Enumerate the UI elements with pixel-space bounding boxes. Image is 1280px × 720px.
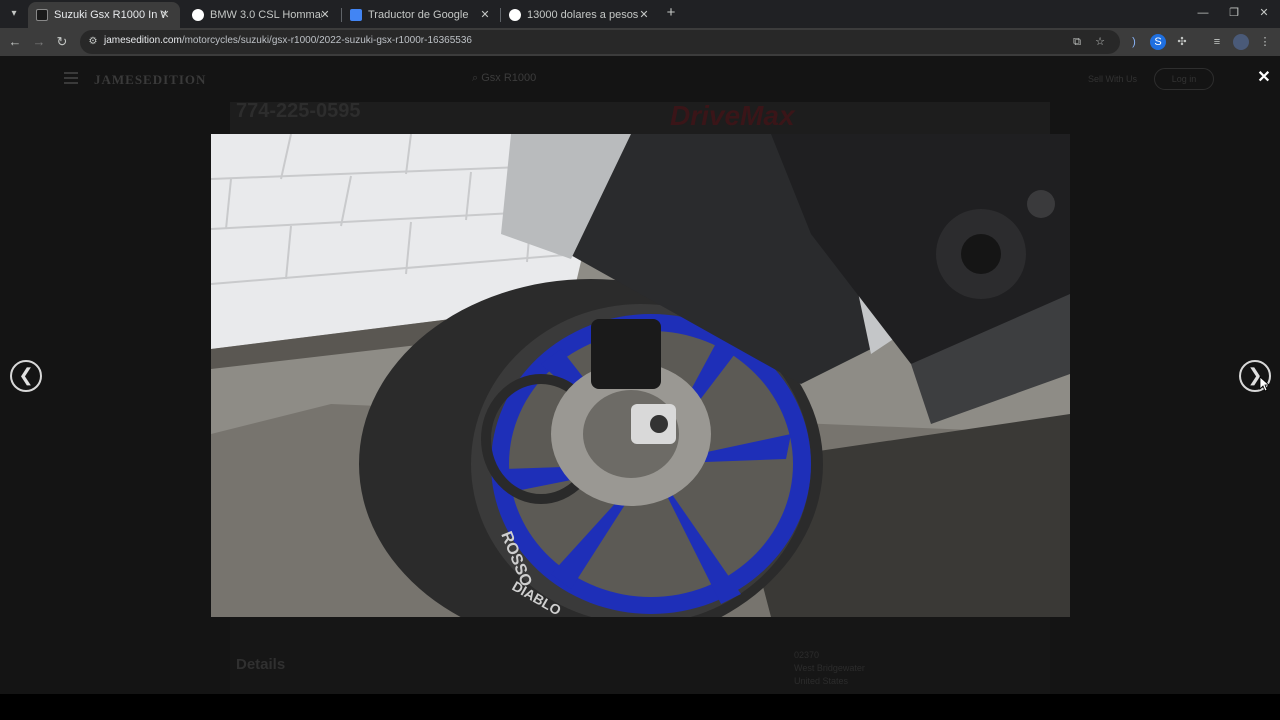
site-search-value: Gsx R1000 (481, 72, 537, 84)
tab-close-icon[interactable]: ✕ (637, 8, 651, 22)
site-logo[interactable]: JAMESEDITION (94, 72, 206, 88)
bookmark-star-icon[interactable]: ☆ (1093, 35, 1107, 49)
read-aloud-icon[interactable]: ) (1126, 34, 1142, 50)
url-text[interactable]: jamesedition.com/motorcycles/suzuki/gsx-… (104, 35, 472, 46)
dealer-phone: 774-225-0595 (236, 100, 361, 122)
google-icon (192, 9, 204, 21)
hamburger-menu-icon[interactable] (64, 72, 78, 84)
mouse-cursor-icon (1259, 376, 1269, 392)
site-search[interactable]: ⌕ Gsx R1000 (472, 72, 536, 85)
url-path: /motorcycles/suzuki/gsx-r1000/2022-suzuk… (181, 35, 472, 46)
sell-with-us-link[interactable]: Sell With Us (1088, 74, 1137, 84)
login-button[interactable]: Log in (1154, 68, 1214, 90)
extension-s-icon[interactable]: S (1150, 34, 1166, 50)
tab-translate[interactable]: Traductor de Google ✕ (342, 2, 500, 28)
dealer-logo: DriveMax (670, 100, 795, 131)
forward-button[interactable]: → (29, 32, 49, 52)
address-bar[interactable]: ⚙ jamesedition.com/motorcycles/suzuki/gs… (80, 30, 1120, 54)
extensions-puzzle-icon[interactable]: ✣ (1174, 34, 1190, 50)
tab-dolares[interactable]: 13000 dolares a pesos - Buscar ✕ (501, 2, 659, 28)
site-header: JAMESEDITION ⌕ Gsx R1000 Sell With Us Lo… (0, 56, 1280, 102)
tab-search-button[interactable]: ▾ (4, 4, 24, 24)
details-heading: Details (236, 656, 286, 673)
tab-title: Suzuki Gsx R1000 In West Bridg (54, 9, 166, 21)
previous-photo-button[interactable]: ❮ (10, 360, 42, 392)
site-info-icon[interactable]: ⚙ (86, 35, 100, 49)
google-translate-icon (350, 9, 362, 21)
tab-suzuki[interactable]: Suzuki Gsx R1000 In West Bridg ✕ (28, 2, 180, 28)
taskbar-strip (0, 694, 1280, 720)
tab-close-icon[interactable]: ✕ (158, 8, 172, 22)
location-zip: 02370 (794, 650, 820, 660)
tab-bmw[interactable]: BMW 3.0 CSL Hommage - Busc ✕ (184, 2, 340, 28)
tab-title: 13000 dolares a pesos - Buscar (527, 9, 639, 21)
close-window-button[interactable]: ✕ (1251, 3, 1277, 23)
media-control-icon[interactable]: ≡ (1209, 34, 1225, 50)
minimize-button[interactable]: — (1190, 3, 1216, 23)
reload-button[interactable]: ↻ (52, 32, 72, 52)
tab-close-icon[interactable]: ✕ (318, 8, 332, 22)
motorcycle-rear-wheel-image: ROSSO DIABLO (211, 134, 1070, 617)
tab-close-icon[interactable]: ✕ (478, 8, 492, 22)
new-tab-button[interactable]: + (662, 4, 680, 22)
google-icon (509, 9, 521, 21)
back-button[interactable]: ← (5, 32, 25, 52)
browser-menu-icon[interactable]: ⋮ (1257, 34, 1273, 50)
url-host: jamesedition.com (104, 35, 182, 46)
tab-title: Traductor de Google (368, 9, 469, 21)
lightbox-close-icon[interactable]: ✕ (1256, 70, 1272, 86)
profile-avatar[interactable] (1233, 34, 1249, 50)
location-country: United States (794, 676, 849, 686)
details-panel (230, 612, 1050, 694)
gallery-photo: ROSSO DIABLO (211, 134, 1070, 617)
browser-toolbar: ← → ↻ ⚙ jamesedition.com/motorcycles/suz… (0, 28, 1280, 56)
tab-title: BMW 3.0 CSL Hommage - Busc (210, 9, 322, 21)
tab-strip: ▾ Suzuki Gsx R1000 In West Bridg ✕ BMW 3… (0, 0, 1280, 28)
restore-button[interactable]: ❐ (1221, 3, 1247, 23)
location-city: West Bridgewater (794, 663, 865, 673)
jamesedition-icon (36, 9, 48, 21)
install-app-icon[interactable]: ⧉ (1070, 35, 1084, 49)
